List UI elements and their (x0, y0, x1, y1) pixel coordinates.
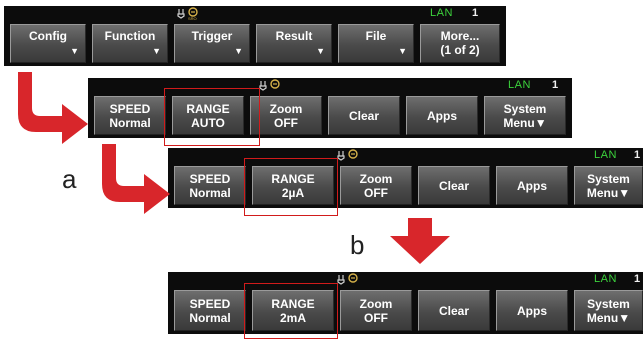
chevron-down-icon: ▼ (152, 46, 161, 56)
system-menu-button[interactable]: System Menu▼ (574, 166, 643, 205)
elbow-arrow-icon (102, 144, 170, 214)
lan-status: LAN (594, 149, 617, 161)
lan-number: 1 (634, 149, 641, 161)
lan-number: 1 (472, 7, 479, 19)
speed-button[interactable]: SPEED Normal (174, 290, 246, 331)
status-bar: SRQ LAN 1 (4, 6, 506, 22)
usb-plug-icon (337, 273, 358, 285)
measure-menu-panel-2ua: LAN 1 SPEED Normal RANGE 2µA Zoom OFF Clear… (168, 148, 643, 208)
svg-text:SRQ: SRQ (188, 16, 197, 20)
status-bar: LAN 1 (88, 78, 572, 94)
clear-button[interactable]: Clear (328, 96, 400, 135)
file-button[interactable]: File ▼ (338, 24, 414, 63)
measure-menu-panel-auto: LAN 1 SPEED Normal RANGE AUTO Zoom OFF Clea… (88, 78, 572, 138)
trigger-button[interactable]: Trigger ▼ (174, 24, 250, 63)
apps-button[interactable]: Apps (496, 290, 568, 331)
lan-status: LAN (430, 7, 453, 19)
apps-button[interactable]: Apps (496, 166, 568, 205)
clear-button[interactable]: Clear (418, 166, 490, 205)
usb-plug-icon (259, 79, 280, 91)
usb-plug-icon: SRQ (177, 7, 198, 20)
chevron-down-icon: ▼ (70, 46, 79, 56)
range-highlight (244, 283, 338, 339)
elbow-arrow-icon (18, 72, 88, 144)
chevron-down-icon: ▼ (398, 46, 407, 56)
range-highlight (244, 158, 338, 216)
range-highlight (164, 88, 260, 146)
apps-button[interactable]: Apps (406, 96, 478, 135)
speed-button[interactable]: SPEED Normal (174, 166, 246, 205)
measure-menu-panel-2ma: LAN 1 SPEED Normal RANGE 2mA Zoom OFF Clear… (168, 272, 643, 334)
system-menu-button[interactable]: System Menu▼ (574, 290, 643, 331)
function-button[interactable]: Function ▼ (92, 24, 168, 63)
lan-status: LAN (594, 273, 617, 285)
status-bar: LAN 1 (168, 148, 643, 164)
down-arrow-icon (390, 218, 450, 264)
zoom-button[interactable]: Zoom OFF (340, 166, 412, 205)
lan-status: LAN (508, 79, 531, 91)
result-button[interactable]: Result ▼ (256, 24, 332, 63)
usb-plug-icon (337, 149, 358, 161)
chevron-down-icon: ▼ (234, 46, 243, 56)
more-button[interactable]: More... (1 of 2) (420, 24, 500, 63)
clear-button[interactable]: Clear (418, 290, 490, 331)
top-menu-panel: SRQ LAN 1 Config ▼ Function ▼ Trigger ▼ … (4, 6, 506, 66)
step-b-label: b (350, 230, 365, 260)
zoom-button[interactable]: Zoom OFF (250, 96, 322, 135)
zoom-button[interactable]: Zoom OFF (340, 290, 412, 331)
lan-number: 1 (634, 273, 641, 285)
config-button[interactable]: Config ▼ (10, 24, 86, 63)
step-a-label: a (62, 164, 77, 194)
chevron-down-icon: ▼ (316, 46, 325, 56)
system-menu-button[interactable]: System Menu▼ (484, 96, 566, 135)
lan-number: 1 (552, 79, 559, 91)
status-bar: LAN 1 (168, 272, 643, 288)
speed-button[interactable]: SPEED Normal (94, 96, 166, 135)
